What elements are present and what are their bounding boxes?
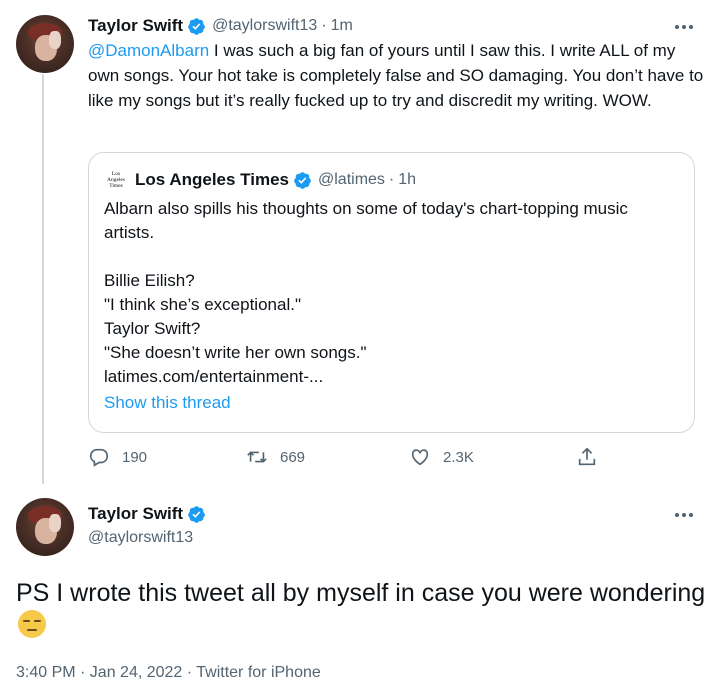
show-thread-link[interactable]: Show this thread — [104, 393, 231, 413]
share-icon — [578, 447, 596, 466]
verified-badge-icon — [188, 17, 205, 35]
more-options-icon[interactable] — [672, 17, 696, 37]
like-button[interactable]: 2.3K — [409, 446, 474, 468]
quote-line: artists. — [104, 223, 155, 242]
reply-icon — [89, 448, 109, 467]
quoted-tweet-header: Los Angeles Times Los Angeles Times @latim… — [105, 169, 416, 191]
handle-row: @taylorswift13 — [88, 529, 193, 547]
quote-line: Billie Eilish? — [104, 271, 195, 290]
author-handle[interactable]: @taylorswift13 — [212, 17, 317, 35]
more-options-icon[interactable] — [672, 505, 696, 525]
avatar[interactable] — [16, 15, 74, 73]
retweet-icon — [247, 451, 267, 463]
tweet-header: Taylor Swift @taylorswift13 · 1m — [88, 16, 353, 36]
reply-tweet[interactable]: Taylor Swift @taylorswift13 · 1m @DamonA… — [0, 0, 727, 490]
author-handle[interactable]: @taylorswift13 — [88, 529, 193, 547]
quoted-tweet-time[interactable]: 1h — [398, 171, 416, 189]
tweet-time[interactable]: 1m — [331, 17, 353, 35]
separator-dot: · — [388, 171, 395, 188]
expressionless-face-icon — [18, 610, 46, 638]
tweet-actions: 190 669 2.3K — [88, 446, 608, 476]
quoted-author-name[interactable]: Los Angeles Times — [135, 170, 289, 190]
quote-link[interactable]: latimes.com/entertainment-... — [104, 365, 684, 389]
quoted-tweet-card[interactable]: Los Angeles Times Los Angeles Times @latim… — [88, 152, 695, 433]
reply-button[interactable]: 190 — [88, 446, 147, 468]
author-name[interactable]: Taylor Swift — [88, 504, 183, 524]
mention-link[interactable]: @DamonAlbarn — [88, 41, 209, 60]
author-name[interactable]: Taylor Swift — [88, 16, 183, 36]
tweet-text-content: PS I wrote this tweet all by myself in c… — [16, 579, 706, 607]
avatar-hand — [49, 31, 61, 49]
quoted-author-handle[interactable]: @latimes — [318, 171, 385, 189]
quote-line: "She doesn’t write her own songs." — [104, 343, 367, 362]
quote-line: Albarn also spills his thoughts on some … — [104, 199, 628, 218]
tweet-timestamp[interactable]: 3:40 PM · Jan 24, 2022 · Twitter for iPh… — [16, 664, 321, 682]
tweet-text: PS I wrote this tweet all by myself in c… — [16, 577, 706, 643]
main-tweet[interactable]: Taylor Swift @taylorswift13 PS I wrote t… — [0, 490, 727, 698]
thread-connector-line — [42, 74, 44, 484]
tweet-text: @DamonAlbarn I was such a big fan of you… — [88, 38, 708, 113]
tweet-header: Taylor Swift — [88, 504, 206, 524]
retweet-count: 669 — [280, 448, 306, 466]
avatar-hand — [49, 514, 61, 532]
quoted-tweet-text: Albarn also spills his thoughts on some … — [104, 197, 684, 389]
reply-count: 190 — [122, 448, 148, 466]
quote-line: "I think she’s exceptional." — [104, 295, 301, 314]
verified-badge-icon — [188, 505, 205, 523]
like-count: 2.3K — [443, 448, 474, 466]
avatar[interactable] — [16, 498, 74, 556]
verified-badge-icon — [294, 171, 311, 189]
share-button[interactable] — [576, 446, 610, 468]
heart-icon — [411, 449, 429, 466]
quote-line — [104, 245, 684, 269]
retweet-button[interactable]: 669 — [246, 446, 305, 468]
separator-dot: · — [321, 17, 327, 34]
quote-line: Taylor Swift? — [104, 319, 201, 338]
latimes-logo: Los Angeles Times — [106, 171, 126, 189]
